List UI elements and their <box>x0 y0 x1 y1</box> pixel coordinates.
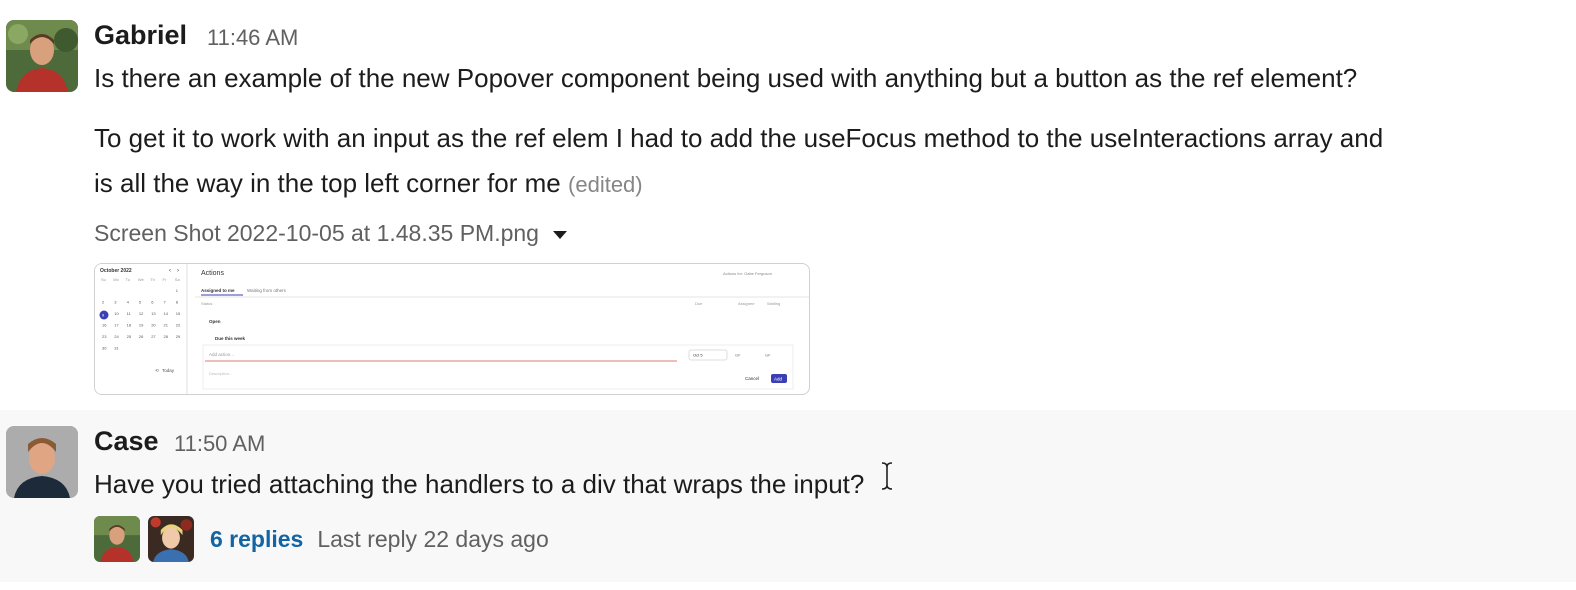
message-gabriel: Gabriel 11:46 AM Is there an example of … <box>0 0 1576 410</box>
timestamp[interactable]: 11:50 AM <box>174 431 265 457</box>
calendar-day[interactable]: 23 <box>102 334 107 339</box>
avatar-gabriel[interactable] <box>6 20 78 92</box>
calendar-day[interactable]: 28 <box>164 334 169 339</box>
calendar-day[interactable]: 25 <box>127 334 132 339</box>
calendar-weekday: Su <box>101 277 106 282</box>
message-text-line: Is there an example of the new Popover c… <box>94 63 1358 93</box>
message-text-line: To get it to work with an input as the r… <box>94 123 1384 153</box>
calendar-day[interactable]: 24 <box>114 334 119 339</box>
svg-text:›: › <box>177 268 179 274</box>
preview-tab-waiting: Waiting from others <box>247 288 287 293</box>
calendar-day[interactable]: 16 <box>102 323 107 328</box>
preview-actions-for: Actions for: Gabe Ferguson <box>723 271 772 276</box>
calendar-day[interactable]: 19 <box>139 323 144 328</box>
calendar-day[interactable]: 26 <box>139 334 144 339</box>
preview-add: Add <box>774 377 783 382</box>
edited-label: (edited) <box>568 172 643 197</box>
calendar-weekday: Mo <box>113 277 119 282</box>
svg-text:‹: ‹ <box>169 268 171 274</box>
caret-down-icon[interactable] <box>552 230 567 239</box>
calendar-day[interactable]: 30 <box>102 346 107 351</box>
attachment-header[interactable]: Screen Shot 2022-10-05 at 1.48.35 PM.png <box>94 220 567 247</box>
message-text-line: is all the way in the top left corner fo… <box>94 168 643 199</box>
preview-col-assignee: Assignee <box>738 301 755 306</box>
calendar-day[interactable]: 12 <box>139 311 144 316</box>
reply-avatar-gabriel <box>94 516 140 562</box>
message-case: Case 11:50 AM Have you tried attaching t… <box>0 410 1576 582</box>
calendar-day[interactable]: 17 <box>114 323 119 328</box>
attachment-filename[interactable]: Screen Shot 2022-10-05 at 1.48.35 PM.png <box>94 220 539 246</box>
calendar-weekday: We <box>138 277 145 282</box>
preview-assignee: GF <box>735 353 741 358</box>
calendar-day[interactable]: 21 <box>164 323 169 328</box>
calendar-today: Today <box>162 368 175 373</box>
calendar-day[interactable]: 15 <box>176 311 181 316</box>
calendar-day[interactable]: 14 <box>164 311 169 316</box>
calendar-day[interactable]: 18 <box>127 323 132 328</box>
message-text-line: Have you tried attaching the handlers to… <box>94 469 865 499</box>
preview-col-waiting: Waiting <box>767 301 780 306</box>
preview-group: Open <box>209 319 221 324</box>
text-cursor-icon <box>881 462 893 490</box>
calendar-day[interactable]: 27 <box>151 334 156 339</box>
preview-due: Oct 5 <box>693 353 703 358</box>
calendar-day[interactable]: 29 <box>176 334 181 339</box>
calendar-day[interactable]: 13 <box>151 311 156 316</box>
preview-input: Add action... <box>209 352 234 357</box>
preview-title: Actions <box>201 270 224 277</box>
author-name[interactable]: Case <box>94 426 159 457</box>
calendar-weekday: Sa <box>175 277 181 282</box>
reply-avatar-other <box>148 516 194 562</box>
author-name[interactable]: Gabriel <box>94 20 187 51</box>
preview-waiting: GF <box>765 353 771 358</box>
attachment-preview[interactable]: October 2022 ‹ › Su Mo Tu We Th Fr Sa 12345678… <box>94 263 810 395</box>
preview-subgroup: Due this week <box>215 336 246 341</box>
calendar-day[interactable]: 20 <box>151 323 156 328</box>
preview-description: Description... <box>209 371 232 376</box>
preview-col-due: Due <box>695 301 703 306</box>
calendar-month: October 2022 <box>100 268 132 274</box>
timestamp[interactable]: 11:46 AM <box>207 25 298 51</box>
last-reply-label: Last reply 22 days ago <box>317 525 549 552</box>
preview-tab-assigned: Assigned to me <box>201 288 235 293</box>
preview-col-status: Status <box>201 301 212 306</box>
preview-cancel: Cancel <box>745 376 759 381</box>
calendar-weekday: Tu <box>126 277 131 282</box>
reply-count-link[interactable]: 6 replies <box>210 526 303 553</box>
calendar-weekday: Th <box>150 277 155 282</box>
message-text: is all the way in the top left corner fo… <box>94 168 561 198</box>
calendar-day[interactable]: 10 <box>114 311 119 316</box>
calendar-day[interactable]: 31 <box>114 346 119 351</box>
calendar-day[interactable]: 22 <box>176 323 181 328</box>
thread-replies-bar[interactable]: 6 replies Last reply 22 days ago <box>94 515 549 563</box>
calendar-weekday: Fr <box>163 277 167 282</box>
avatar-case[interactable] <box>6 426 78 498</box>
